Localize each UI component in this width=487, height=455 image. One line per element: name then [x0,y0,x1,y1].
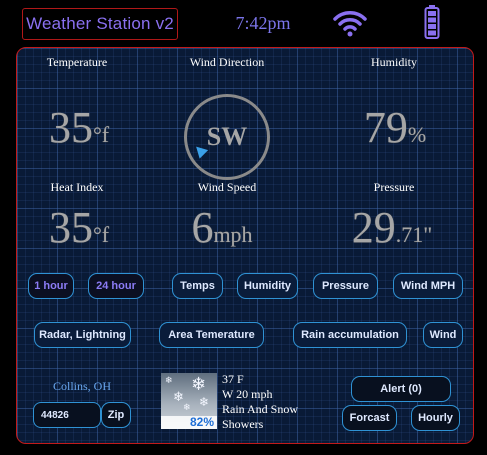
clock: 7:42pm [235,13,291,33]
wind-speed-label: Wind Speed [197,180,257,194]
alert-button[interactable]: Alert (0) [351,376,451,402]
area-temperature-button[interactable]: Area Temerature [159,322,264,348]
radar-lightning-button[interactable]: Radar, Lightning [34,322,131,348]
pressure-label: Pressure [373,180,415,194]
wind-map-button[interactable]: Wind [423,322,463,348]
snowflake-icon: ❄ [165,376,173,386]
heat-index-value: 35°f [17,203,154,252]
forecast-button[interactable]: Forcast [342,405,397,431]
zip-button[interactable]: Zip [101,402,131,428]
battery-icon [424,5,440,39]
pressure-chart-button[interactable]: Pressure [313,273,378,299]
twenty-four-hour-button[interactable]: 24 hour [88,273,144,299]
forecast-condition: Rain And Snow [222,402,299,416]
hourly-button[interactable]: Hourly [411,405,460,431]
forecast-temp: 37 F [222,372,244,386]
humidity-value: 79% [320,106,470,150]
temperature-number: 35 [48,103,93,152]
forecast-condition-2: Showers [222,417,264,431]
one-hour-button[interactable]: 1 hour [28,273,74,299]
forecast-wind: W 20 mph [222,387,273,401]
temperature-label: Temperature [46,55,108,69]
pressure-unit: .71" [395,222,433,247]
humidity-unit: % [407,122,427,147]
main-panel: Temperature Wind Direction Humidity 35°f… [16,47,474,444]
location-name: Collins, OH [52,379,111,393]
heat-index-number: 35 [48,203,93,252]
app-title: Weather Station v2 [22,8,178,40]
heat-index-label: Heat Index [50,180,104,194]
snowflake-icon: ❄ [183,403,191,413]
rain-accumulation-button[interactable]: Rain accumulation [293,322,407,348]
snowflake-icon: ❄ [199,395,210,409]
wind-compass: SW [184,94,270,180]
wind-direction-label: Wind Direction [189,55,265,69]
wind-speed-unit: mph [213,222,253,247]
humidity-chart-button[interactable]: Humidity [237,273,298,299]
wifi-icon [333,11,367,37]
humidity-number: 79 [363,103,408,152]
precip-percent: 82% [161,416,217,429]
pressure-value: 29.71" [317,206,467,250]
wind-mph-chart-button[interactable]: Wind MPH [393,273,463,299]
temperature-value: 35°f [17,103,154,152]
heat-index-unit: °f [92,222,110,247]
temperature-unit: °f [92,122,110,147]
wind-direction-value: SW [206,122,248,151]
forecast-summary: 37 F W 20 mph Rain And Snow Showers [222,372,322,432]
zip-input[interactable]: 44826 [33,402,101,428]
pressure-number: 29 [351,203,396,252]
wind-speed-number: 6 [191,203,214,252]
humidity-label: Humidity [370,55,417,69]
snowflake-icon: ❄ [191,374,207,395]
temps-chart-button[interactable]: Temps [172,273,223,299]
wind-speed-value: 6mph [147,206,297,250]
snow-cloud-icon: ❄ ❄ ❄ ❄ ❄ 82% [161,373,217,429]
